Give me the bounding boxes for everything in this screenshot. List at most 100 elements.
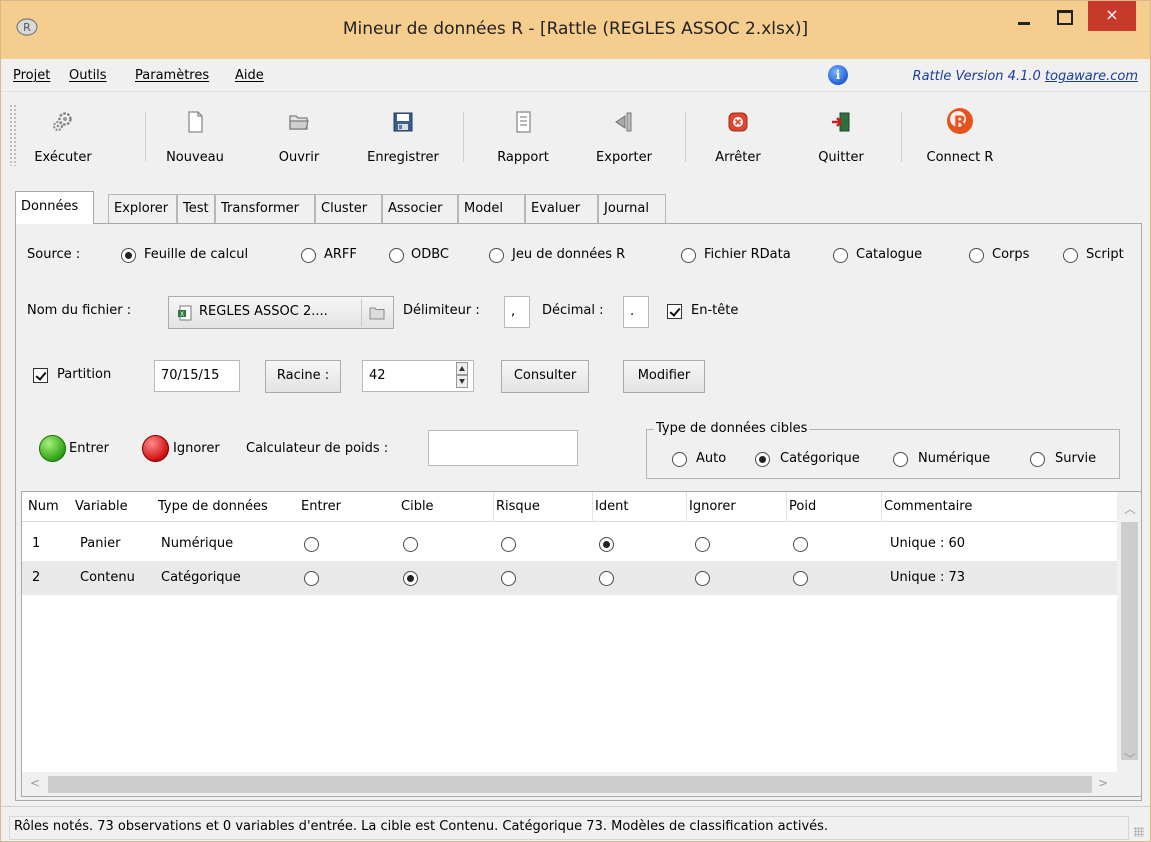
menu-projet[interactable]: Projet	[13, 68, 50, 83]
col-type-header[interactable]: Type de données	[158, 499, 268, 514]
tab-cluster[interactable]: Cluster	[315, 194, 382, 223]
seed-increment-button[interactable]	[456, 362, 468, 375]
connect-r-button[interactable]: R Connect R	[917, 104, 1003, 172]
row-target-radio[interactable]	[403, 571, 418, 586]
target-survival-label[interactable]: Survie	[1055, 451, 1096, 466]
decimal-input[interactable]: .	[623, 296, 649, 328]
source-r-dataset-radio[interactable]	[489, 248, 504, 263]
source-script-label[interactable]: Script	[1086, 247, 1124, 262]
seed-decrement-button[interactable]	[456, 375, 468, 388]
tab-model[interactable]: Model	[458, 194, 525, 223]
quit-button[interactable]: Quitter	[809, 104, 873, 172]
row-ignore-radio[interactable]	[695, 571, 710, 586]
partition-input[interactable]: 70/15/15	[154, 360, 240, 392]
col-comment-header[interactable]: Commentaire	[884, 499, 972, 514]
source-spreadsheet-label[interactable]: Feuille de calcul	[144, 247, 248, 262]
scroll-down-icon[interactable]: ﹀	[1124, 750, 1136, 767]
row-target-radio[interactable]	[403, 537, 418, 552]
scroll-right-icon[interactable]: >	[1098, 776, 1108, 790]
partition-checkbox[interactable]	[33, 368, 48, 383]
target-auto-radio[interactable]	[672, 452, 687, 467]
source-rdata-radio[interactable]	[681, 248, 696, 263]
resize-grip[interactable]	[1134, 827, 1144, 837]
source-spreadsheet-radio[interactable]	[121, 248, 136, 263]
source-odbc-label[interactable]: ODBC	[411, 247, 449, 262]
vertical-scroll-thumb[interactable]	[1121, 522, 1138, 760]
input-role-label[interactable]: Entrer	[69, 441, 109, 456]
tab-evaluer[interactable]: Evaluer	[525, 194, 598, 223]
col-target-header[interactable]: Cible	[401, 499, 434, 514]
col-ignore-header[interactable]: Ignorer	[689, 499, 736, 514]
horizontal-scrollbar[interactable]: < >	[22, 772, 1117, 796]
target-numeric-label[interactable]: Numérique	[918, 451, 990, 466]
input-role-icon[interactable]	[39, 435, 66, 462]
source-script-radio[interactable]	[1063, 248, 1078, 263]
row-risk-radio[interactable]	[501, 537, 516, 552]
menu-aide[interactable]: Aide	[235, 68, 264, 83]
togaware-link[interactable]: togaware.com	[1045, 69, 1138, 84]
source-corps-radio[interactable]	[969, 248, 984, 263]
col-risk-header[interactable]: Risque	[496, 499, 540, 514]
source-corps-label[interactable]: Corps	[992, 247, 1029, 262]
col-input-header[interactable]: Entrer	[301, 499, 341, 514]
edit-button[interactable]: Modifier	[623, 360, 705, 393]
source-r-dataset-label[interactable]: Jeu de données R	[512, 247, 625, 262]
vertical-scrollbar[interactable]: ︿ ﹀	[1117, 492, 1141, 796]
stop-button[interactable]: Arrêter	[705, 104, 771, 172]
report-button[interactable]: Rapport	[483, 104, 563, 172]
row-ident-radio[interactable]	[599, 537, 614, 552]
col-weight-header[interactable]: Poid	[789, 499, 816, 514]
scroll-left-icon[interactable]: <	[30, 776, 40, 790]
maximize-button[interactable]	[1044, 1, 1084, 35]
source-arff-label[interactable]: ARFF	[324, 247, 357, 262]
col-ident-header[interactable]: Ident	[595, 499, 628, 514]
target-auto-label[interactable]: Auto	[696, 451, 726, 466]
row-risk-radio[interactable]	[501, 571, 516, 586]
view-button[interactable]: Consulter	[501, 360, 589, 393]
source-arff-radio[interactable]	[301, 248, 316, 263]
table-row[interactable]: 2 Contenu Catégorique Unique : 73	[22, 561, 1117, 595]
close-button[interactable]: ×	[1088, 1, 1136, 31]
partition-label[interactable]: Partition	[57, 367, 111, 382]
execute-button[interactable]: Exécuter	[23, 104, 103, 172]
source-odbc-radio[interactable]	[389, 248, 404, 263]
tab-test[interactable]: Test	[177, 194, 215, 223]
row-input-radio[interactable]	[304, 571, 319, 586]
tab-transformer[interactable]: Transformer	[215, 194, 315, 223]
toolbar-grip[interactable]	[9, 104, 17, 166]
save-button[interactable]: Enregistrer	[357, 104, 449, 172]
tab-explorer[interactable]: Explorer	[108, 194, 177, 223]
weight-calculator-input[interactable]	[428, 430, 578, 466]
row-input-radio[interactable]	[304, 537, 319, 552]
horizontal-scroll-thumb[interactable]	[48, 776, 1092, 793]
new-button[interactable]: Nouveau	[155, 104, 235, 172]
tab-associer[interactable]: Associer	[382, 194, 458, 223]
file-chooser-button[interactable]: X REGLES ASSOC 2....	[168, 296, 394, 329]
export-button[interactable]: Exporter	[581, 104, 667, 172]
delimiter-input[interactable]: ,	[504, 296, 530, 328]
seed-button[interactable]: Racine :	[265, 360, 341, 393]
source-catalogue-label[interactable]: Catalogue	[856, 247, 922, 262]
source-catalogue-radio[interactable]	[833, 248, 848, 263]
target-survival-radio[interactable]	[1030, 452, 1045, 467]
tab-journal[interactable]: Journal	[598, 194, 666, 223]
target-categorical-radio[interactable]	[755, 452, 770, 467]
row-ignore-radio[interactable]	[695, 537, 710, 552]
title-bar[interactable]: R Mineur de données R - [Rattle (REGLES …	[1, 1, 1150, 59]
menu-parametres[interactable]: Paramètres	[135, 68, 209, 83]
ignore-role-label[interactable]: Ignorer	[173, 441, 220, 456]
row-ident-radio[interactable]	[599, 571, 614, 586]
col-num-header[interactable]: Num	[28, 499, 59, 514]
target-categorical-label[interactable]: Catégorique	[780, 451, 860, 466]
open-button[interactable]: Ouvrir	[269, 104, 329, 172]
row-weight-radio[interactable]	[793, 571, 808, 586]
minimize-button[interactable]	[1004, 1, 1044, 35]
menu-outils[interactable]: Outils	[69, 68, 107, 83]
table-row[interactable]: 1 Panier Numérique Unique : 60	[22, 527, 1117, 561]
tab-donnees[interactable]: Données	[15, 191, 94, 224]
col-variable-header[interactable]: Variable	[75, 499, 128, 514]
source-rdata-label[interactable]: Fichier RData	[704, 247, 791, 262]
ignore-role-icon[interactable]	[142, 435, 169, 462]
target-numeric-radio[interactable]	[893, 452, 908, 467]
header-label[interactable]: En-tête	[691, 303, 738, 318]
